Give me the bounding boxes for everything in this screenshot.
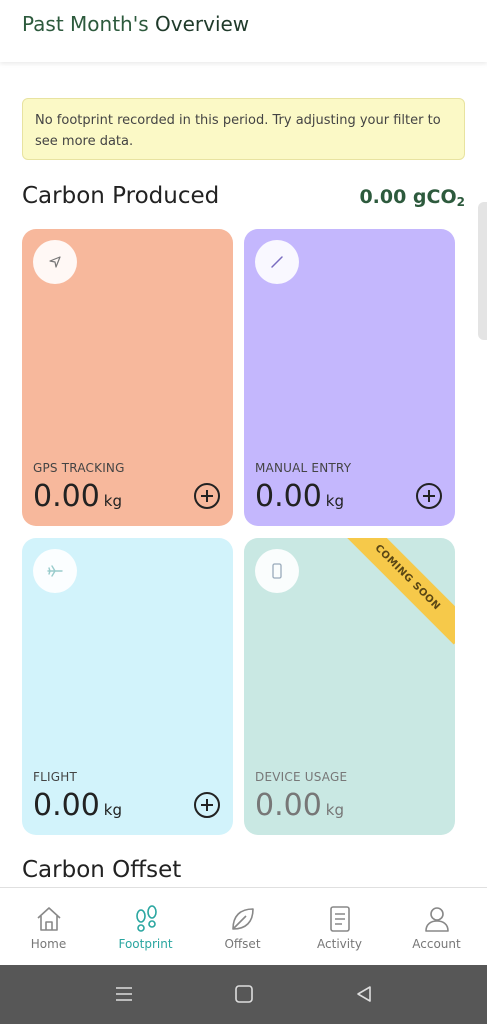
scroll-indicator[interactable] bbox=[478, 202, 487, 340]
coming-soon-ribbon: COMING SOON bbox=[340, 538, 455, 645]
add-manual-button[interactable] bbox=[416, 483, 442, 509]
nav-account-label: Account bbox=[412, 937, 461, 951]
nav-activity[interactable]: Activity bbox=[291, 888, 388, 966]
carbon-offset-title: Carbon Offset bbox=[22, 857, 182, 883]
nav-offset[interactable]: Offset bbox=[194, 888, 291, 966]
system-navigation-bar bbox=[0, 965, 487, 1024]
empty-state-notice: No footprint recorded in this period. Tr… bbox=[22, 98, 465, 160]
title-overview: Overview bbox=[155, 12, 250, 36]
card-value: 0.00 kg bbox=[255, 479, 345, 514]
nav-activity-label: Activity bbox=[317, 937, 362, 951]
home-button-icon[interactable] bbox=[234, 984, 254, 1004]
nav-account[interactable]: Account bbox=[388, 888, 485, 966]
phone-icon bbox=[255, 549, 299, 593]
add-gps-button[interactable] bbox=[194, 483, 220, 509]
carbon-total: 0.00 gCO2 bbox=[359, 186, 465, 209]
carbon-total-value: 0.00 gCO bbox=[359, 186, 457, 208]
card-value: 0.00 kg bbox=[33, 479, 123, 514]
menu-icon[interactable] bbox=[114, 985, 134, 1003]
back-icon[interactable] bbox=[354, 984, 374, 1004]
nav-footprint[interactable]: Footprint bbox=[97, 888, 194, 966]
home-icon bbox=[37, 907, 61, 931]
card-flight[interactable]: FLIGHT 0.00 kg bbox=[22, 538, 233, 835]
nav-offset-label: Offset bbox=[224, 937, 261, 951]
card-label: DEVICE USAGE bbox=[255, 770, 348, 784]
carbon-total-subscript: 2 bbox=[456, 195, 465, 209]
leaf-icon bbox=[232, 908, 254, 930]
card-label: MANUAL ENTRY bbox=[255, 461, 352, 475]
card-value: 0.00 kg bbox=[255, 788, 345, 823]
app-header: Past Month's Overview bbox=[0, 0, 487, 62]
document-icon bbox=[330, 906, 350, 932]
carbon-produced-title: Carbon Produced bbox=[22, 183, 220, 209]
card-gps-tracking[interactable]: GPS TRACKING 0.00 kg bbox=[22, 229, 233, 526]
nav-home[interactable]: Home bbox=[0, 888, 97, 966]
title-period: Past Month's bbox=[22, 12, 149, 36]
add-flight-button[interactable] bbox=[194, 792, 220, 818]
card-label: FLIGHT bbox=[33, 770, 77, 784]
card-value: 0.00 kg bbox=[33, 788, 123, 823]
airplane-icon bbox=[33, 549, 77, 593]
pencil-icon bbox=[255, 240, 299, 284]
card-manual-entry[interactable]: MANUAL ENTRY 0.00 kg bbox=[244, 229, 455, 526]
card-device-usage: COMING SOON DEVICE USAGE 0.00 kg bbox=[244, 538, 455, 835]
nav-footprint-label: Footprint bbox=[118, 937, 173, 951]
card-label: GPS TRACKING bbox=[33, 461, 125, 475]
bottom-nav: Home Footprint Offset Activity Account bbox=[0, 887, 487, 965]
nav-home-label: Home bbox=[30, 937, 67, 951]
navigation-arrow-icon bbox=[33, 240, 77, 284]
footprint-icon bbox=[136, 905, 157, 932]
page-title: Past Month's Overview bbox=[22, 12, 249, 36]
person-icon bbox=[425, 907, 449, 932]
